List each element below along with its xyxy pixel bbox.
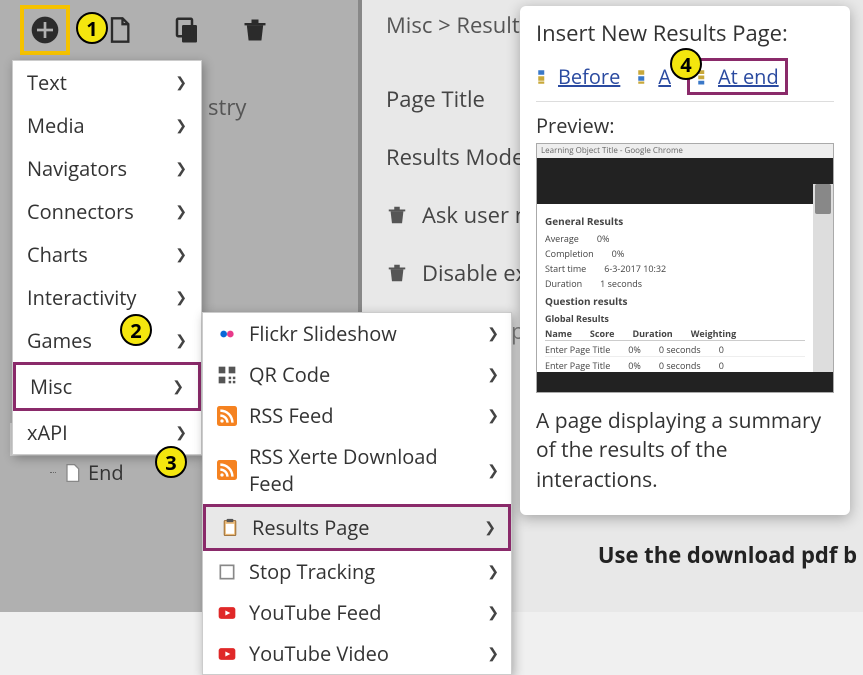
chevron-right-icon: ❯ [175, 73, 187, 92]
youtube-icon [217, 644, 237, 664]
submenu-youtube-video[interactable]: YouTube Video ❯ [203, 633, 511, 674]
add-button-highlight [20, 5, 70, 55]
insert-before-link[interactable]: Before [536, 63, 620, 90]
chevron-right-icon: ❯ [487, 406, 499, 425]
step-marker-2: 2 [120, 314, 152, 346]
chevron-right-icon: ❯ [172, 377, 184, 396]
preview-footer-bar [537, 372, 833, 392]
toolbar [0, 0, 358, 60]
chevron-right-icon: ❯ [175, 202, 187, 221]
submenu-stop-tracking[interactable]: Stop Tracking ❯ [203, 551, 511, 592]
submenu-rss[interactable]: RSS Feed ❯ [203, 395, 511, 436]
plus-circle-icon [29, 14, 61, 46]
stop-icon [217, 562, 237, 582]
insert-popover: Insert New Results Page: Before A At end… [520, 6, 850, 515]
chevron-right-icon: ❯ [175, 159, 187, 178]
chevron-right-icon: ❯ [175, 116, 187, 135]
menu-item-misc[interactable]: Misc❯ [13, 362, 201, 411]
bg-text-fragment: stry [208, 92, 246, 122]
submenu-youtube-feed[interactable]: YouTube Feed ❯ [203, 592, 511, 633]
file-icon [105, 14, 133, 46]
chevron-right-icon: ❯ [487, 461, 499, 480]
hint-text-fragment: Use the download pdf b [598, 540, 857, 570]
qr-icon [217, 365, 237, 385]
menu-item-connectors[interactable]: Connectors❯ [13, 190, 201, 233]
page-icon [62, 463, 82, 483]
submenu-results-page[interactable]: Results Page ❯ [203, 504, 511, 551]
add-button[interactable] [26, 11, 64, 49]
trash-icon [241, 15, 269, 45]
menu-item-media[interactable]: Media❯ [13, 104, 201, 147]
chevron-right-icon: ❯ [175, 288, 187, 307]
trash-icon[interactable] [386, 262, 408, 284]
menu-item-interactivity[interactable]: Interactivity❯ [13, 276, 201, 319]
tree-label: End [88, 459, 124, 486]
step-marker-4: 4 [670, 48, 702, 80]
category-menu: Text❯ Media❯ Navigators❯ Connectors❯ Cha… [12, 60, 202, 455]
misc-submenu: Flickr Slideshow ❯ QR Code ❯ RSS Feed ❯ … [202, 312, 512, 675]
chevron-right-icon: ❯ [487, 562, 499, 581]
submenu-qrcode[interactable]: QR Code ❯ [203, 354, 511, 395]
step-marker-1: 1 [76, 12, 108, 44]
insert-after-link[interactable]: A [636, 63, 671, 90]
menu-item-navigators[interactable]: Navigators❯ [13, 147, 201, 190]
chevron-right-icon: ❯ [484, 518, 496, 537]
insert-at-end-link[interactable]: At end [687, 58, 788, 95]
chevron-right-icon: ❯ [487, 603, 499, 622]
chevron-right-icon: ❯ [175, 245, 187, 264]
popover-title: Insert New Results Page: [536, 18, 834, 48]
preview-window-title: Learning Object Title - Google Chrome [537, 144, 833, 158]
step-marker-3: 3 [155, 446, 187, 478]
menu-item-games[interactable]: Games❯ [13, 319, 201, 362]
insert-after-icon [636, 68, 654, 86]
chevron-right-icon: ❯ [487, 365, 499, 384]
trash-icon[interactable] [386, 204, 408, 226]
delete-button[interactable] [236, 11, 274, 49]
chevron-right-icon: ❯ [487, 324, 499, 343]
submenu-rss-xerte[interactable]: RSS Xerte Download Feed ❯ [203, 436, 511, 504]
rss-icon [217, 406, 237, 426]
chevron-right-icon: ❯ [175, 423, 187, 442]
youtube-icon [217, 603, 237, 623]
copy-icon [172, 15, 202, 45]
flickr-icon [217, 324, 237, 344]
menu-item-charts[interactable]: Charts❯ [13, 233, 201, 276]
clipboard-icon [220, 518, 240, 538]
preview-label: Preview: [536, 112, 834, 139]
copy-button[interactable] [168, 11, 206, 49]
preview-thumbnail: Learning Object Title - Google Chrome Ge… [536, 143, 834, 393]
popover-description: A page displaying a summary of the resul… [536, 407, 834, 495]
menu-item-text[interactable]: Text❯ [13, 61, 201, 104]
chevron-right-icon: ❯ [175, 331, 187, 350]
chevron-right-icon: ❯ [487, 644, 499, 663]
preview-scrollbar [813, 184, 833, 372]
insert-before-icon [536, 68, 554, 86]
rss-icon [217, 460, 237, 480]
submenu-flickr[interactable]: Flickr Slideshow ❯ [203, 313, 511, 354]
preview-results-bar [537, 184, 813, 204]
preview-body: General Results Average0% Completion0% S… [537, 204, 813, 372]
